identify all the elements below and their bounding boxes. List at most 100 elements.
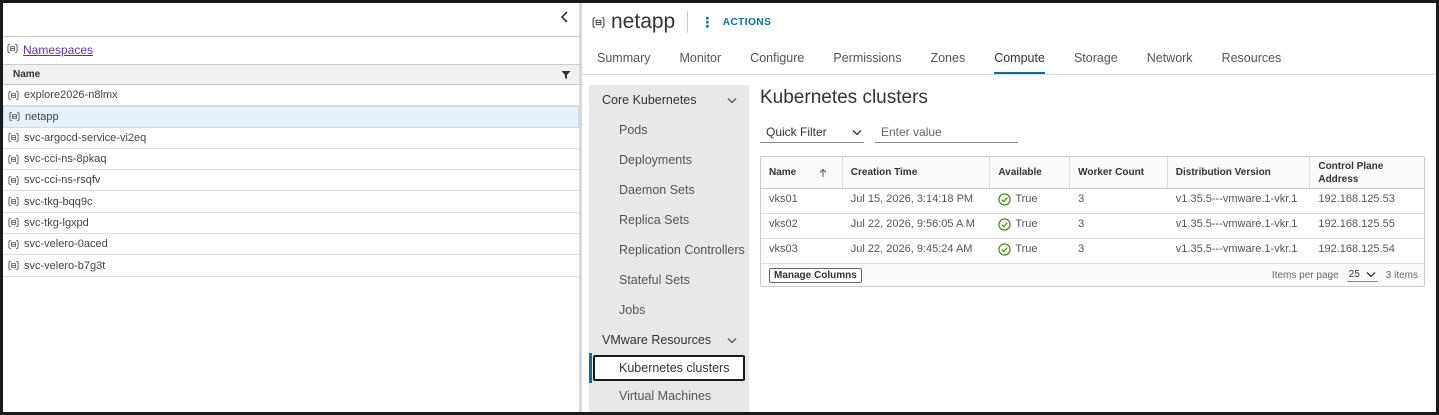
tab-configure[interactable]: Configure [750,51,804,74]
namespace-icon [8,90,19,100]
clusters-datagrid: Name Creation Time Available Worker Coun… [760,156,1425,287]
column-header-creation-time[interactable]: Creation Time [843,157,991,188]
namespace-label: svc-cci-ns-8pkaq [24,153,107,166]
column-label: Creation Time [850,167,918,178]
items-per-page-select[interactable]: 25 [1346,268,1378,282]
cell-distribution-version: v1.35.5---vmware.1-vkr.1 [1175,193,1298,205]
column-header-worker-count[interactable]: Worker Count [1070,157,1168,188]
actions-button[interactable]: ⋮ ACTIONS [700,14,771,31]
tab-permissions[interactable]: Permissions [833,51,901,74]
filter-icon[interactable] [561,70,571,80]
quick-filter-bar: Quick Filter [760,123,1436,145]
subnav-section-vmware-resources[interactable]: VMware Resources [589,325,749,355]
namespaces-link[interactable]: Namespaces [23,43,93,57]
column-header-available[interactable]: Available [990,157,1071,188]
tab-monitor[interactable]: Monitor [679,51,721,74]
column-label: Control Plane Address [1318,160,1384,185]
column-label: Available [998,167,1042,178]
items-per-page-value: 25 [1348,268,1360,280]
namespace-row[interactable]: svc-tkg-bqq9c [3,191,579,213]
namespace-icon [8,133,19,143]
cell-control-plane-address: 192.168.125.53 [1318,193,1395,205]
namespace-row[interactable]: svc-tkg-lgxpd [3,213,579,235]
namespace-row[interactable]: netapp [3,106,579,128]
namespace-icon [8,239,19,249]
namespace-icon [8,197,19,207]
namespace-row[interactable]: svc-argocd-service-vi2eq [3,128,579,149]
subnav-item-replica-sets[interactable]: Replica Sets [589,205,749,235]
cell-creation-time: Jul 15, 2026, 3:14:18 PM [850,193,974,205]
namespace-row[interactable]: svc-velero-0aced [3,234,579,256]
name-column-header[interactable]: Name [3,65,579,85]
available-value: True [1015,218,1038,230]
column-label: Name [769,167,797,178]
namespace-label: explore2026-n8lmx [24,89,118,102]
active-item-indicator [589,353,592,383]
check-circle-icon [998,193,1011,206]
datagrid-body: vks01 Jul 15, 2026, 3:14:18 PM True 3 v1.35.… [761,189,1424,264]
collapse-chevron-icon[interactable] [557,9,573,25]
check-circle-icon [998,218,1011,231]
subnav-item-daemon-sets[interactable]: Daemon Sets [589,175,749,205]
actions-label: ACTIONS [722,16,772,28]
subnav-item-pods[interactable]: Pods [589,115,749,145]
subnav-item-kubernetes-clusters[interactable]: Kubernetes clusters [593,355,745,381]
pagination: Items per page 25 3 items [1272,269,1418,282]
column-header-label: Name [13,69,41,80]
main-panel: netapp ⋮ ACTIONS Summary Monitor Configure… [582,3,1436,412]
sort-ascending-icon[interactable] [818,168,828,178]
view-title: Kubernetes clusters [760,87,928,108]
core-kubernetes-items: Pods Deployments Daemon Sets Replica Sets Re… [589,115,749,325]
item-count: 3 items [1385,269,1418,281]
subnav-section-core-kubernetes[interactable]: Core Kubernetes [589,85,749,115]
cell-name[interactable]: vks03 [761,239,843,263]
breadcrumb: Namespaces [3,37,579,65]
namespace-row[interactable]: svc-cci-ns-8pkaq [3,149,579,171]
chevron-down-icon [852,129,862,135]
check-circle-icon [998,243,1011,256]
cell-available: True [990,189,1070,213]
tab-summary[interactable]: Summary [597,51,650,74]
column-header-control-plane-address[interactable]: Control Plane Address [1310,157,1424,188]
namespace-icon [8,175,19,185]
namespace-icon [8,260,19,271]
quick-filter-select[interactable]: Quick Filter [760,125,864,143]
section-label: VMware Resources [602,333,712,347]
tab-resources[interactable]: Resources [1222,51,1282,74]
cell-name[interactable]: vks02 [761,214,843,238]
tab-zones[interactable]: Zones [930,51,965,74]
tab-storage[interactable]: Storage [1074,51,1118,74]
subnav-item-jobs[interactable]: Jobs [589,295,749,325]
cell-available: True [990,214,1070,238]
page-body: Core Kubernetes Pods Deployments Daemon Se… [582,75,1436,412]
tab-network[interactable]: Network [1147,51,1193,74]
column-header-distribution-version[interactable]: Distribution Version [1168,157,1311,188]
namespace-icon [8,154,19,164]
table-row[interactable]: vks02 Jul 22, 2026, 9:56:05 A M True 3 v1.35… [761,214,1424,239]
panel-header [3,3,579,37]
cell-distribution-version: v1.35.5---vmware.1-vkr.1 [1175,243,1298,255]
manage-columns-button[interactable]: Manage Columns [769,267,862,283]
column-header-name[interactable]: Name [761,157,843,188]
cell-distribution-version: v1.35.5---vmware.1-vkr.1 [1175,218,1298,230]
namespace-label: svc-velero-0aced [24,238,108,251]
subnav-item-replication-controllers[interactable]: Replication Controllers [589,235,749,265]
object-header: netapp ⋮ ACTIONS [582,3,1436,41]
table-row[interactable]: vks01 Jul 15, 2026, 3:14:18 PM True 3 v1.35.… [761,189,1424,214]
subnav-item-deployments[interactable]: Deployments [589,145,749,175]
namespace-icon [7,43,18,54]
table-row[interactable]: vks03 Jul 22, 2026, 9:45:24 AM True 3 v1.35.… [761,239,1424,264]
namespace-row[interactable]: svc-cci-ns-rsqfv [3,170,579,192]
cell-worker-count: 3 [1078,243,1085,255]
namespace-row[interactable]: explore2026-n8lmx [3,85,579,107]
subnav-item-virtual-machines[interactable]: Virtual Machines [589,381,749,411]
filter-value-input[interactable] [875,125,1018,143]
namespace-row[interactable]: svc-velero-b7g3t [3,255,579,277]
cell-available: True [990,239,1070,263]
namespace-icon [8,218,19,228]
cell-worker-count: 3 [1078,193,1085,205]
cell-name[interactable]: vks01 [761,189,843,213]
section-label: Core Kubernetes [602,93,697,107]
tab-compute[interactable]: Compute [994,51,1045,74]
subnav-item-stateful-sets[interactable]: Stateful Sets [589,265,749,295]
